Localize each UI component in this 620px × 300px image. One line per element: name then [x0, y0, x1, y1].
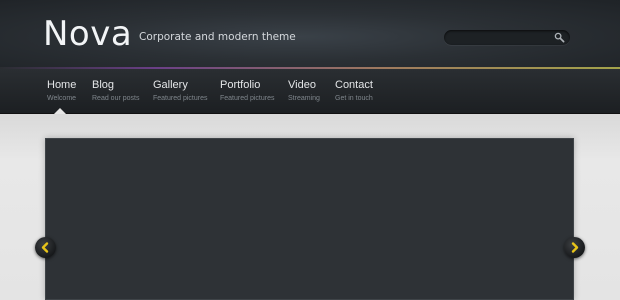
nav-item-label: Contact	[335, 79, 373, 91]
nav-item-subtitle: Featured pictures	[220, 95, 275, 102]
main-nav: Home Welcome Blog Read our posts Gallery…	[0, 69, 620, 114]
nav-item-label: Blog	[92, 79, 115, 91]
nav-item-subtitle: Get in touch	[335, 95, 373, 102]
nav-item-subtitle: Welcome	[47, 95, 77, 102]
slider-next-button[interactable]	[564, 237, 585, 258]
nav-item-label: Portfolio	[220, 79, 261, 91]
chevron-right-icon	[571, 242, 579, 253]
nav-item-label: Gallery	[153, 79, 188, 91]
nav-item-subtitle: Read our posts	[92, 95, 140, 102]
site-header: Nova Corporate and modern theme	[0, 0, 620, 67]
site-logo[interactable]: Nova	[43, 14, 132, 54]
active-nav-indicator	[54, 108, 66, 114]
nav-item-home[interactable]: Home Welcome	[47, 79, 76, 103]
featured-slider	[45, 138, 574, 300]
nav-item-contact[interactable]: Contact Get in touch	[335, 79, 373, 103]
search-input[interactable]	[444, 30, 570, 45]
nav-item-label: Video	[288, 79, 316, 91]
nav-item-blog[interactable]: Blog Read our posts	[92, 79, 139, 103]
slider-prev-button[interactable]	[35, 237, 56, 258]
nav-item-subtitle: Featured pictures	[153, 95, 208, 102]
nav-item-label: Home	[47, 79, 77, 91]
nav-item-subtitle: Streaming	[288, 95, 320, 102]
search-icon[interactable]	[554, 32, 565, 43]
nav-item-portfolio[interactable]: Portfolio Featured pictures	[220, 79, 274, 103]
site-tagline: Corporate and modern theme	[139, 31, 296, 43]
nav-item-gallery[interactable]: Gallery Featured pictures	[153, 79, 207, 103]
chevron-left-icon	[41, 242, 49, 253]
nav-item-video[interactable]: Video Streaming	[288, 79, 320, 103]
